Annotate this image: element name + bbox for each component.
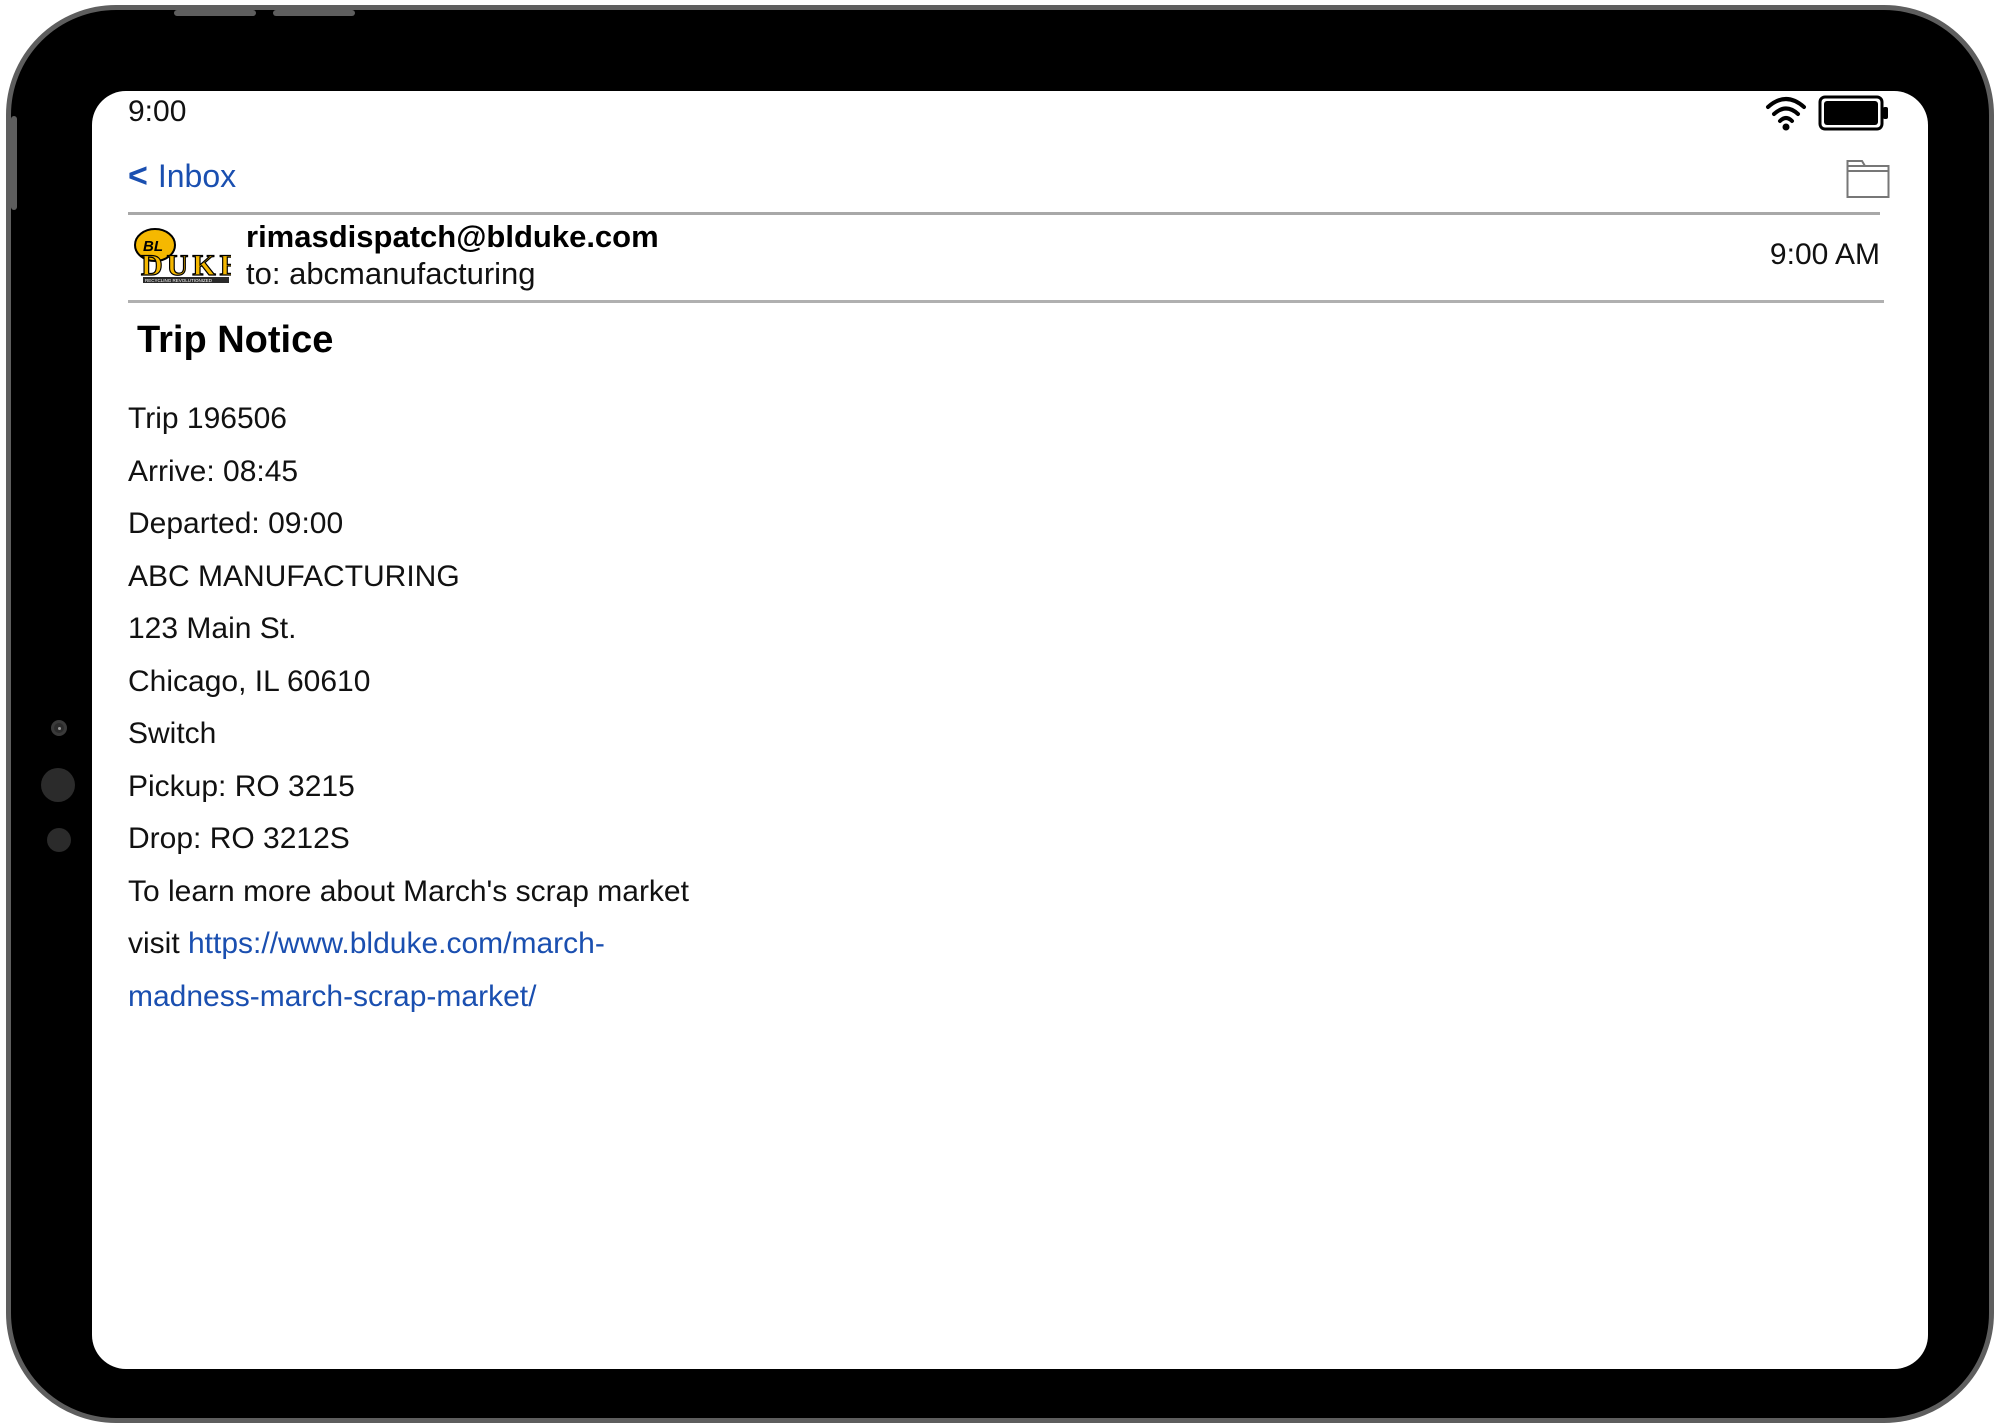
body-line-visit: visit https://www.blduke.com/march- xyxy=(128,918,1028,971)
sender-logo: BL DUKE RECYCLING REVOLUTIONIZED xyxy=(134,228,231,283)
chevron-left-icon: < xyxy=(128,157,148,195)
status-icons xyxy=(1764,95,1890,131)
body-line-arrive: Arrive: 08:45 xyxy=(128,454,299,488)
tablet-frame: 9:00 < Inbox BL DUK RECYCLING REVOLUTION… xyxy=(6,5,1994,1423)
body-line-pickup: Pickup: RO 3215 xyxy=(128,769,355,803)
status-time: 9:00 xyxy=(128,95,187,128)
body-line-link-cont: madness-march-scrap-market/ xyxy=(128,971,1028,1024)
body-line-departed: Departed: 09:00 xyxy=(128,507,344,540)
back-to-inbox-button[interactable]: < Inbox xyxy=(128,157,236,196)
visit-prefix: visit xyxy=(128,927,188,960)
message-subject: Trip Notice xyxy=(137,319,334,361)
body-line-city: Chicago, IL 60610 xyxy=(128,664,371,698)
folder-icon[interactable] xyxy=(1846,159,1890,199)
volume-up-button xyxy=(174,10,256,16)
recipient-line: to: abcmanufacturing xyxy=(246,256,536,291)
email-screen: 9:00 < Inbox BL DUK RECYCLING REVOLUTION… xyxy=(92,91,1928,1369)
camera-sensor xyxy=(41,768,75,802)
message-body: Trip 196506 Arrive: 08:45 Departed: 09:0… xyxy=(128,393,1028,1023)
logo-tagline: RECYCLING REVOLUTIONIZED xyxy=(145,278,213,283)
body-line-trip: Trip 196506 xyxy=(128,402,287,435)
scrap-market-link-continued[interactable]: madness-march-scrap-market/ xyxy=(128,980,536,1013)
header-divider-bottom xyxy=(128,300,1884,303)
front-camera xyxy=(51,720,67,736)
power-button xyxy=(11,116,17,210)
ambient-sensor xyxy=(47,828,71,852)
volume-down-button xyxy=(273,10,355,16)
scrap-market-link[interactable]: https://www.blduke.com/march- xyxy=(188,927,605,960)
body-line-street: 123 Main St. xyxy=(128,612,297,645)
body-line-company: ABC MANUFACTURING xyxy=(128,559,460,593)
back-label: Inbox xyxy=(157,158,237,194)
body-line-learn-more: To learn more about March's scrap market xyxy=(128,874,689,908)
body-line-drop: Drop: RO 3212S xyxy=(128,822,350,855)
message-time: 9:00 AM xyxy=(1769,238,1880,271)
body-line-service: Switch xyxy=(128,717,217,750)
battery-icon xyxy=(1818,95,1888,131)
message-header: BL DUKE RECYCLING REVOLUTIONIZED rimasdi… xyxy=(128,215,1882,301)
sender-address: rimasdispatch@blduke.com xyxy=(246,219,659,254)
wifi-icon xyxy=(1766,97,1806,131)
